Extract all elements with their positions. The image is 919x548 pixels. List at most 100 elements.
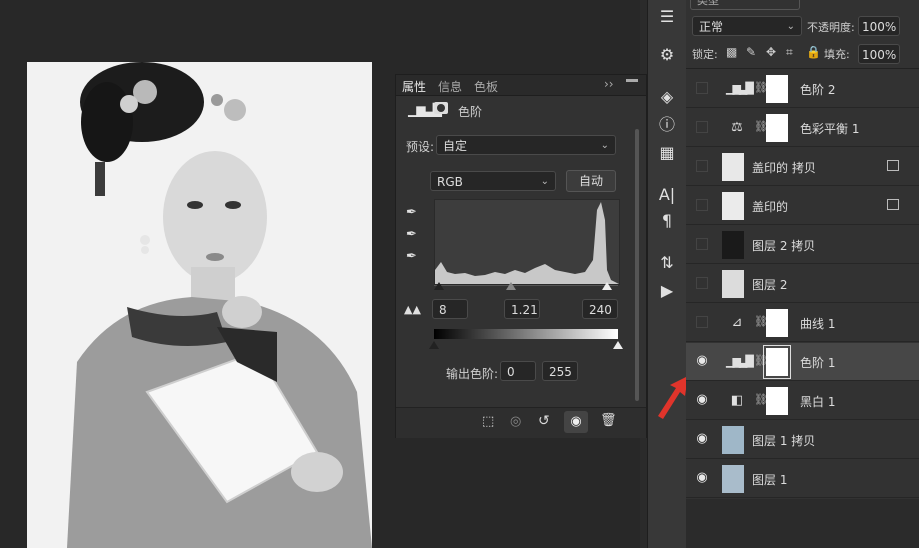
layer-mask-thumbnail[interactable] <box>766 387 788 415</box>
blend-mode-value: 正常 <box>699 20 724 34</box>
layer-filter-select[interactable]: 类型 <box>690 0 800 10</box>
tab-swatches[interactable]: 色板 <box>474 78 498 95</box>
reset-icon[interactable]: ↺ <box>538 413 550 429</box>
lock-label: 锁定: <box>692 48 718 61</box>
input-white-field[interactable]: 240 <box>582 299 618 319</box>
output-white-field[interactable]: 255 <box>542 361 578 381</box>
gray-eyedropper-icon[interactable]: ✒ <box>406 227 417 242</box>
layer-row-layer-2-copy[interactable]: 图层 2 拷贝 <box>686 226 919 264</box>
channel-select[interactable]: RGB ⌄ <box>430 171 556 191</box>
history-icon[interactable]: ⇅ <box>654 252 680 274</box>
visibility-eye-icon[interactable]: ◉ <box>564 411 588 433</box>
visibility-toggle-empty[interactable] <box>696 316 708 328</box>
grid-table-icon[interactable]: ▦ <box>654 142 680 164</box>
layer-thumbnail[interactable] <box>722 270 744 298</box>
layer-name[interactable]: 色彩平衡 1 <box>800 120 859 137</box>
clip-to-layer-icon[interactable]: ⬚ <box>482 414 494 429</box>
layer-mask-thumbnail[interactable] <box>766 75 788 103</box>
layer-row-layer-1-copy[interactable]: ◉ 图层 1 拷贝 <box>686 421 919 459</box>
layer-thumbnail[interactable] <box>722 426 744 454</box>
layer-row-color-balance-1[interactable]: ⚖ ⛓ 色彩平衡 1 <box>686 109 919 147</box>
lock-all-icon[interactable]: 🔒 <box>806 45 821 59</box>
3d-cube-icon[interactable]: ◈ <box>654 86 680 108</box>
mask-icon[interactable] <box>434 102 448 114</box>
visibility-toggle-empty[interactable] <box>696 82 708 94</box>
lock-brush-icon[interactable]: ✎ <box>746 45 756 59</box>
input-gray-handle[interactable] <box>506 282 516 290</box>
white-eyedropper-icon[interactable]: ✒ <box>406 249 417 264</box>
input-black-handle[interactable] <box>434 282 444 290</box>
visibility-toggle-empty[interactable] <box>696 121 708 133</box>
opacity-field[interactable]: 100% <box>858 16 900 36</box>
properties-scrollbar[interactable] <box>635 129 639 401</box>
eye-icon[interactable]: ◉ <box>694 471 710 485</box>
layer-name[interactable]: 曲线 1 <box>800 315 835 332</box>
layer-mask-thumbnail[interactable] <box>766 114 788 142</box>
red-pointer-arrow-icon <box>658 376 688 419</box>
output-black-field[interactable]: 0 <box>500 361 536 381</box>
layer-mask-thumbnail[interactable] <box>763 345 791 379</box>
adjustments-sliders-icon[interactable]: ☰ <box>654 6 680 28</box>
paragraph-icon[interactable]: ¶ <box>654 210 680 232</box>
layer-name[interactable]: 黑白 1 <box>800 393 835 410</box>
layer-name[interactable]: 色阶 1 <box>800 354 835 371</box>
layer-row-layer-1[interactable]: ◉ 图层 1 <box>686 460 919 498</box>
layer-name[interactable]: 图层 1 拷贝 <box>752 432 815 449</box>
layer-mask-thumbnail[interactable] <box>766 309 788 337</box>
layer-name[interactable]: 图层 2 <box>752 276 787 293</box>
panel-overflow-button[interactable]: ›› <box>604 77 614 91</box>
black-eyedropper-icon[interactable]: ✒ <box>406 205 417 220</box>
preset-select[interactable]: 自定 ⌄ <box>436 135 616 155</box>
info-icon[interactable]: ⓘ <box>654 114 680 136</box>
tab-info[interactable]: 信息 <box>438 78 462 95</box>
play-action-icon[interactable]: ▶ <box>654 280 680 302</box>
layer-name[interactable]: 图层 1 <box>752 471 787 488</box>
eye-icon[interactable]: ◉ <box>694 432 710 446</box>
view-previous-icon[interactable]: ◎ <box>510 414 521 429</box>
input-white-handle[interactable] <box>602 282 612 290</box>
preset-value: 自定 <box>443 139 468 153</box>
layer-row-curves-1[interactable]: ⊿ ⛓ 曲线 1 <box>686 304 919 342</box>
libraries-icon[interactable]: ⚙ <box>654 44 680 66</box>
layer-row-stamped-copy[interactable]: 盖印的 拷贝 <box>686 148 919 186</box>
visibility-toggle-empty[interactable] <box>696 199 708 211</box>
blend-mode-select[interactable]: 正常 ⌄ <box>692 16 802 36</box>
lock-transparent-icon[interactable]: ▩ <box>726 45 737 59</box>
visibility-toggle-empty[interactable] <box>696 160 708 172</box>
visibility-toggle-empty[interactable] <box>696 238 708 250</box>
input-black-field[interactable]: 8 <box>432 299 468 319</box>
eye-icon[interactable]: ◉ <box>694 393 710 407</box>
layer-row-levels-2[interactable]: ▁▆▃█ ⛓ 色阶 2 <box>686 70 919 108</box>
panel-menu-icon[interactable] <box>626 79 638 92</box>
layer-name[interactable]: 盖印的 拷贝 <box>752 159 816 176</box>
layer-name[interactable]: 色阶 2 <box>800 81 835 98</box>
lock-artboard-icon[interactable]: ⌗ <box>786 45 793 60</box>
layer-name[interactable]: 盖印的 <box>752 198 788 215</box>
clipping-warning-icon[interactable]: ▲▲ <box>404 303 421 316</box>
layer-thumbnail[interactable] <box>722 231 744 259</box>
layer-thumbnail[interactable] <box>722 465 744 493</box>
layer-row-layer-2[interactable]: 图层 2 <box>686 265 919 303</box>
visibility-toggle-empty[interactable] <box>696 277 708 289</box>
layer-name[interactable]: 图层 2 拷贝 <box>752 237 815 254</box>
layer-thumbnail[interactable] <box>722 192 744 220</box>
eye-icon[interactable]: ◉ <box>694 354 710 368</box>
layer-thumbnail[interactable] <box>722 153 744 181</box>
layers-divider <box>686 68 919 69</box>
auto-button[interactable]: 自动 <box>566 170 616 192</box>
layer-filter-value: 类型 <box>697 0 719 7</box>
output-black-handle[interactable] <box>429 341 439 349</box>
smart-object-icon <box>887 199 899 210</box>
lock-position-icon[interactable]: ✥ <box>766 45 776 59</box>
output-white-handle[interactable] <box>613 341 623 349</box>
canvas-photo[interactable] <box>27 62 372 548</box>
character-icon[interactable]: A| <box>654 184 680 206</box>
input-gray-field[interactable]: 1.21 <box>504 299 540 319</box>
trash-icon[interactable]: 🗑 <box>600 413 617 428</box>
fill-field[interactable]: 100% <box>858 44 900 64</box>
layer-row-stamped[interactable]: 盖印的 <box>686 187 919 225</box>
layer-row-black-white-1[interactable]: ◉ ◧ ⛓ 黑白 1 <box>686 382 919 420</box>
input-slider-track[interactable] <box>434 285 618 286</box>
tab-properties[interactable]: 属性 <box>402 78 426 95</box>
layer-row-levels-1[interactable]: ◉ ▁▆▃█ ⛓ 色阶 1 <box>686 343 919 381</box>
